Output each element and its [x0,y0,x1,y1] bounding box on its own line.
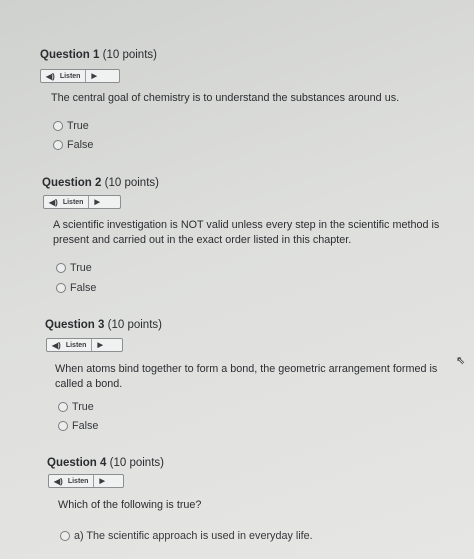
radio-button[interactable] [60,531,70,541]
radio-button[interactable] [58,402,68,412]
play-icon[interactable]: ▶ [97,341,102,349]
listen-label: Listen [67,477,89,485]
speaker-icon: ◀) [52,340,61,350]
question-text: The central goal of chemistry is to unde… [51,92,400,104]
option-false[interactable]: False [53,139,93,151]
listen-button[interactable]: ◀) Listen ▶ [48,474,124,488]
divider [85,70,87,82]
option-true[interactable]: True [56,262,92,274]
divider [93,475,95,487]
question-points: (10 points) [104,177,159,189]
speaker-icon: ◀) [54,476,63,486]
question-points: (10 points) [109,457,164,469]
listen-label: Listen [59,72,81,80]
option-label: False [70,282,97,294]
question-1-heading: Question 1 (10 points) [40,49,157,61]
play-icon[interactable]: ▶ [94,198,99,206]
option-false[interactable]: False [58,420,98,432]
option-label: False [67,139,94,151]
listen-label: Listen [65,341,87,349]
radio-button[interactable] [53,121,63,131]
speaker-icon: ◀) [49,197,58,207]
divider [88,196,90,208]
divider [91,339,93,351]
option-label: True [67,120,89,132]
option-false[interactable]: False [56,282,96,294]
option-a[interactable]: a) The scientific approach is used in ev… [60,530,313,542]
listen-button[interactable]: ◀) Listen ▶ [43,195,121,209]
listen-button[interactable]: ◀) Listen ▶ [40,69,120,83]
option-label: True [70,262,92,274]
option-label: True [72,401,94,413]
question-4-heading: Question 4 (10 points) [47,457,164,469]
option-true[interactable]: True [53,120,89,132]
radio-button[interactable] [58,421,68,431]
option-label: a) The scientific approach is used in ev… [74,530,313,542]
option-label: False [72,420,99,432]
question-3-heading: Question 3 (10 points) [45,319,162,331]
radio-button[interactable] [53,140,63,150]
question-text: When atoms bind together to form a bond,… [55,363,438,390]
question-title: Question 4 [47,457,107,469]
speaker-icon: ◀) [46,71,55,81]
mouse-cursor-icon: ⇖ [456,355,466,367]
quiz-page: Question 1 (10 points) ◀) Listen ▶ The c… [0,0,474,559]
question-title: Question 3 [45,319,105,331]
play-icon[interactable]: ▶ [99,477,104,485]
question-text: A scientific investigation is NOT valid … [53,219,440,246]
radio-button[interactable] [56,283,66,293]
play-icon[interactable]: ▶ [91,72,96,80]
question-points: (10 points) [107,319,162,331]
question-2-heading: Question 2 (10 points) [42,177,159,189]
question-title: Question 1 [40,49,100,61]
radio-button[interactable] [56,263,66,273]
question-text: Which of the following is true? [58,499,202,511]
question-title: Question 2 [42,177,102,189]
question-points: (10 points) [102,49,157,61]
listen-label: Listen [62,198,84,206]
option-true[interactable]: True [58,401,94,413]
listen-button[interactable]: ◀) Listen ▶ [46,338,123,352]
